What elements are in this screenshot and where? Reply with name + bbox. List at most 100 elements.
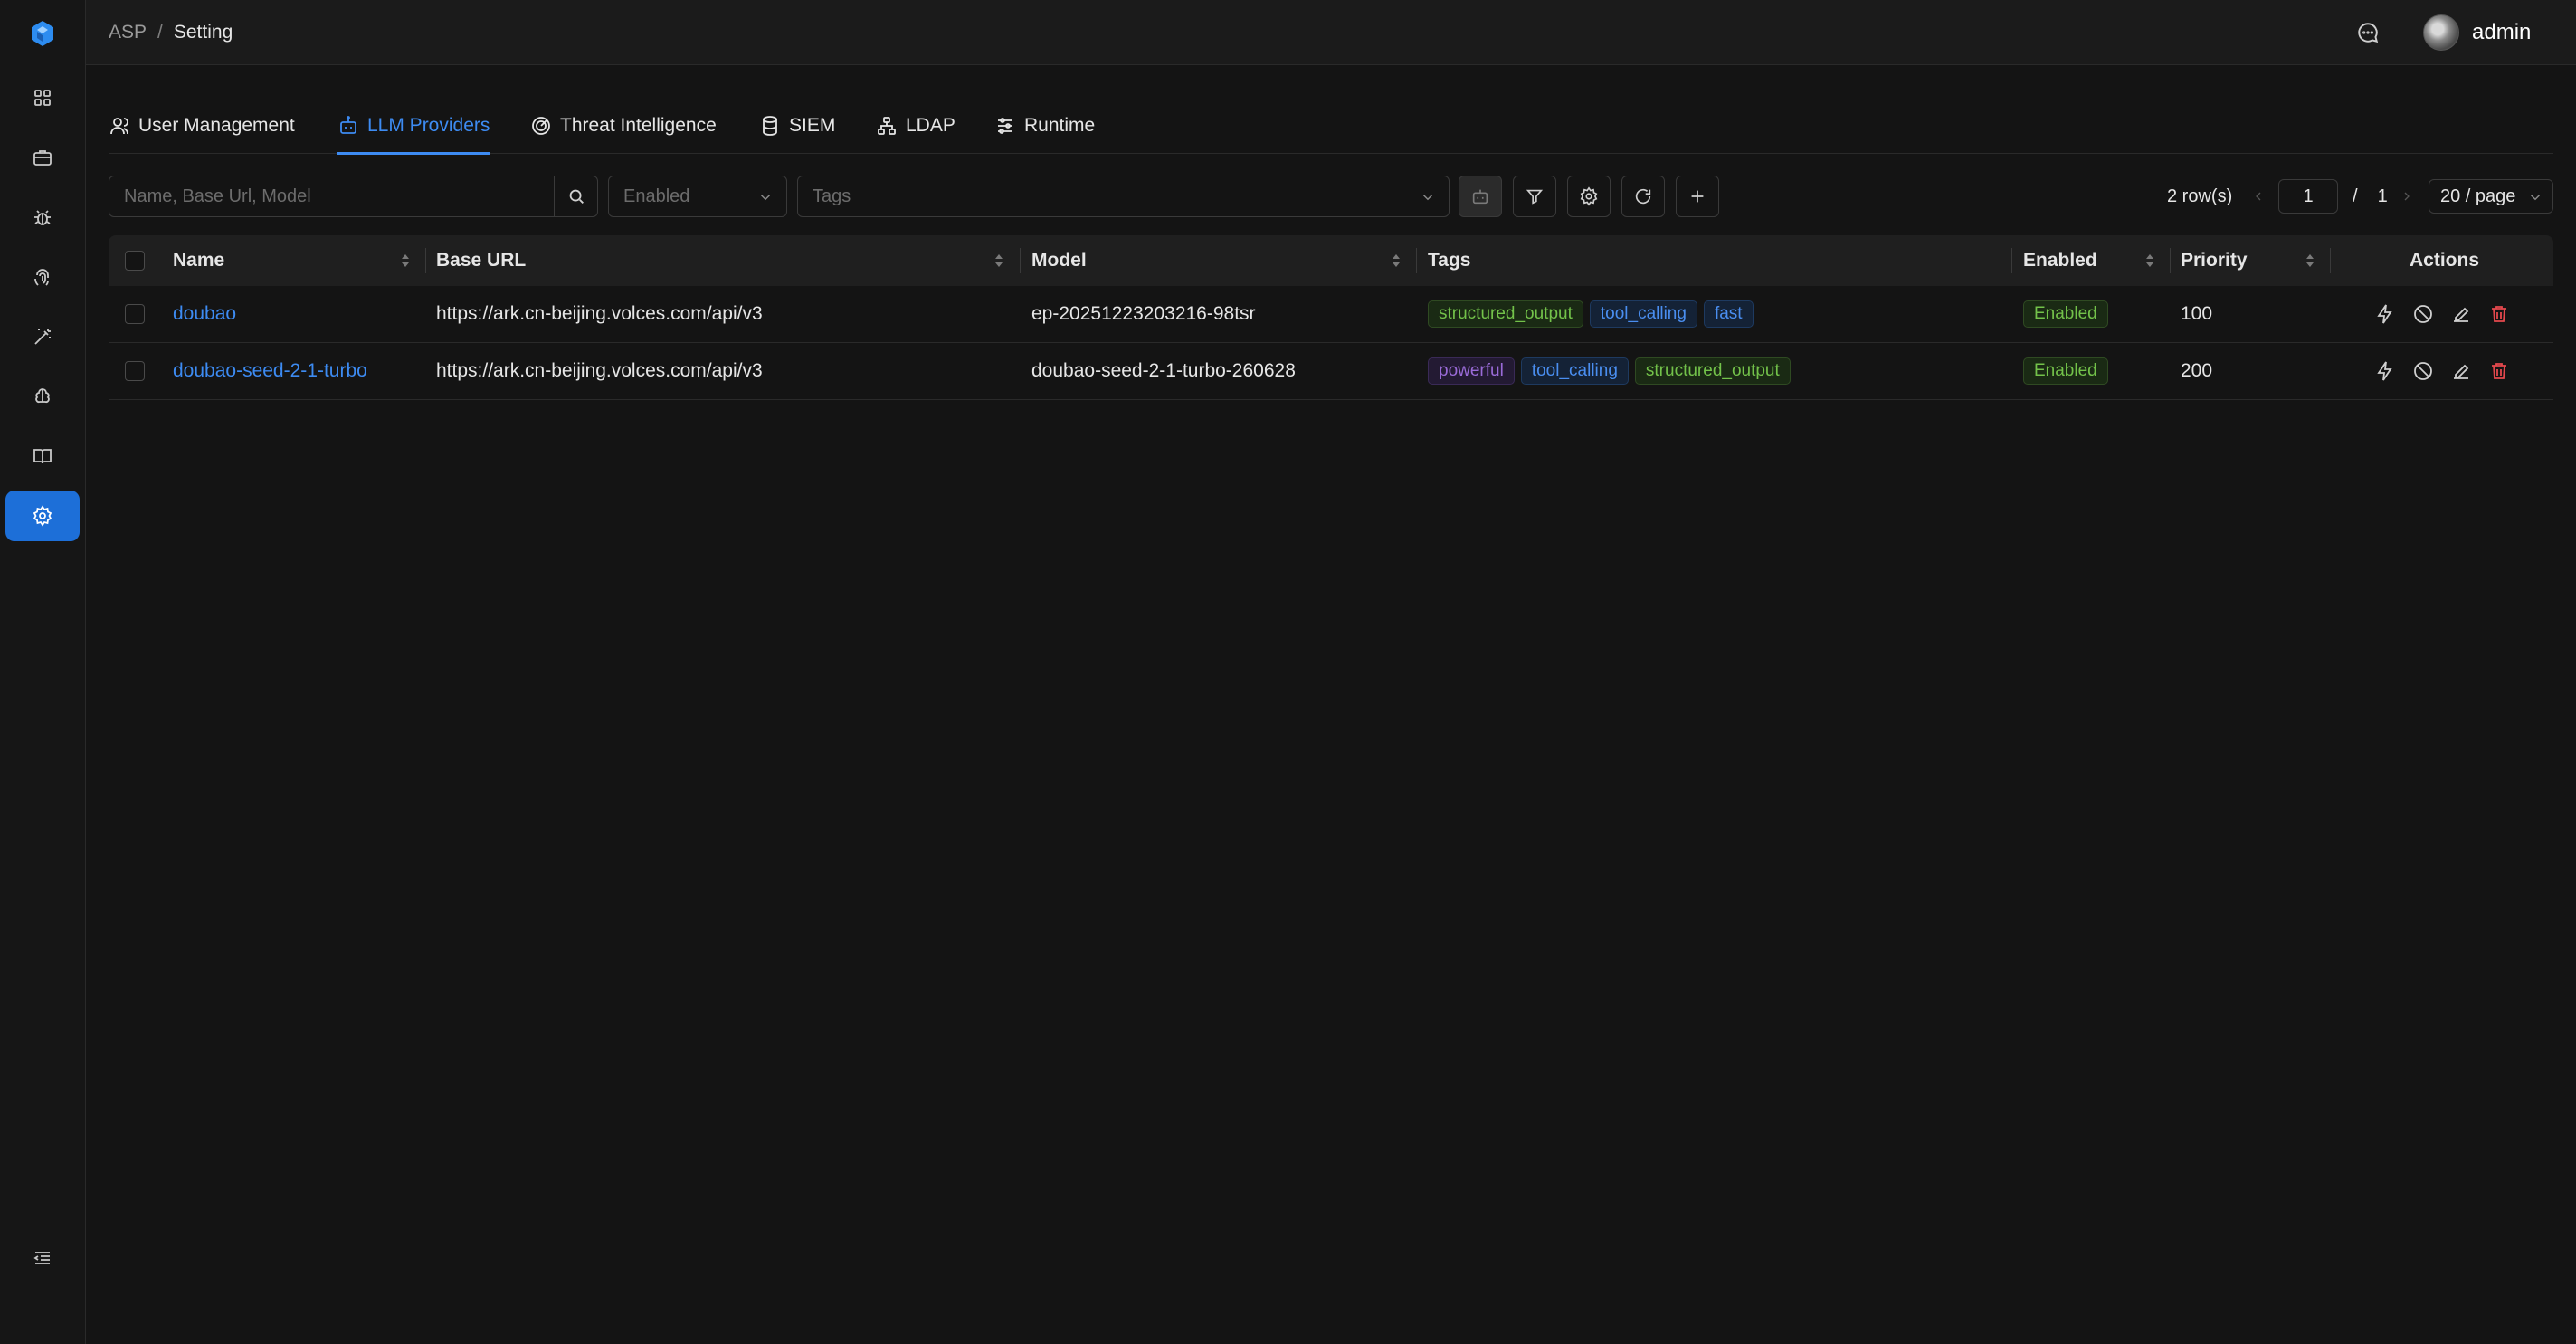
edit-button[interactable]	[2449, 359, 2473, 383]
disable-button[interactable]	[2411, 302, 2435, 326]
dashboard-icon	[34, 90, 51, 106]
batch-delete-button[interactable]	[1459, 176, 1502, 217]
status-badge: Enabled	[2023, 357, 2108, 385]
tab-siem[interactable]: SIEM	[759, 98, 835, 154]
trash-icon	[2492, 363, 2506, 379]
disable-button[interactable]	[2411, 359, 2435, 383]
fingerprint-icon	[34, 269, 49, 286]
column-divider	[1020, 248, 1021, 273]
table-row: doubao-seed-2-1-turbo https://ark.cn-bei…	[109, 343, 2553, 400]
sidebar-item-cases[interactable]	[5, 132, 80, 183]
col-enabled[interactable]: Enabled	[2023, 235, 2097, 286]
refresh-button[interactable]	[1621, 176, 1665, 217]
col-name[interactable]: Name	[173, 235, 224, 286]
next-page-button[interactable]	[2398, 176, 2416, 217]
chevron-down-icon	[2530, 195, 2541, 201]
col-actions: Actions	[2410, 235, 2479, 286]
priority-value: 100	[2181, 303, 2213, 324]
page-current: 1	[2303, 186, 2314, 206]
prev-page-button[interactable]	[2249, 176, 2267, 217]
col-enabled-label: Enabled	[2023, 250, 2097, 271]
sidebar-item-dashboard[interactable]	[5, 72, 80, 123]
tags-select[interactable]: Tags	[797, 176, 1450, 217]
col-actions-label: Actions	[2410, 250, 2480, 271]
tab-user-management[interactable]: User Management	[109, 98, 295, 154]
tab-label: LDAP	[906, 115, 955, 136]
chat-bubble-icon	[2358, 23, 2379, 43]
col-model-label: Model	[1031, 250, 1087, 271]
col-priority-label: Priority	[2181, 250, 2248, 271]
magic-wand-icon	[34, 329, 51, 345]
table-row: doubao https://ark.cn-beijing.volces.com…	[109, 286, 2553, 343]
column-settings-button[interactable]	[1567, 176, 1611, 217]
test-connection-button[interactable]	[2373, 359, 2397, 383]
tag: tool_calling	[1589, 300, 1697, 328]
model-cell: ep-20251223203216-98tsr	[1031, 286, 1256, 342]
ban-icon	[2414, 305, 2432, 323]
sidebar-item-knowledge[interactable]	[5, 431, 80, 481]
sort-icon[interactable]	[1391, 252, 1402, 270]
sort-icon[interactable]	[2305, 252, 2315, 270]
sidebar-item-settings[interactable]	[5, 491, 80, 541]
page-size-value: 20 / page	[2440, 186, 2516, 206]
network-icon	[878, 117, 896, 135]
select-all-cell	[125, 235, 145, 286]
select-all-checkbox[interactable]	[125, 251, 145, 271]
tab-llm-providers[interactable]: LLM Providers	[337, 98, 490, 155]
provider-name-link[interactable]: doubao	[173, 303, 236, 325]
app-logo-icon[interactable]	[25, 16, 60, 51]
page-size-select[interactable]: 20 / page	[2429, 179, 2553, 214]
sidebar-item-forensics[interactable]	[5, 252, 80, 302]
sidebar-item-alerts[interactable]	[5, 192, 80, 243]
radar-icon	[532, 117, 550, 135]
top-header: ASP / Setting admin	[86, 0, 2576, 65]
column-divider	[2011, 248, 2012, 273]
sidebar-collapse-button[interactable]	[5, 1233, 80, 1283]
page-separator: /	[2353, 186, 2358, 206]
search-input[interactable]	[124, 186, 554, 207]
delete-button[interactable]	[2487, 302, 2511, 326]
database-icon	[763, 116, 777, 136]
col-priority[interactable]: Priority	[2181, 235, 2248, 286]
add-provider-button[interactable]	[1676, 176, 1719, 217]
user-menu[interactable]: admin	[2423, 14, 2531, 51]
brain-icon	[35, 388, 50, 404]
sort-icon[interactable]	[400, 252, 411, 270]
sidebar-item-ai[interactable]	[5, 371, 80, 422]
row-checkbox[interactable]	[125, 304, 145, 324]
chevron-down-icon	[760, 195, 771, 201]
model-value: doubao-seed-2-1-turbo-260628	[1031, 360, 1296, 381]
breadcrumb: ASP / Setting	[109, 0, 233, 65]
page-input[interactable]: 1	[2278, 179, 2338, 214]
sort-icon[interactable]	[2144, 252, 2155, 270]
edit-button[interactable]	[2449, 302, 2473, 326]
chat-button[interactable]	[2354, 19, 2381, 46]
row-checkbox[interactable]	[125, 361, 145, 381]
col-model[interactable]: Model	[1031, 235, 1087, 286]
robot-icon	[340, 116, 356, 134]
enabled-select[interactable]: Enabled	[608, 176, 787, 217]
tab-label: Runtime	[1024, 115, 1096, 136]
base-url-value: https://ark.cn-beijing.volces.com/api/v3	[436, 303, 763, 324]
collapse-menu-icon	[33, 1252, 50, 1264]
sort-icon[interactable]	[993, 252, 1004, 270]
col-base-url[interactable]: Base URL	[436, 235, 526, 286]
delete-button[interactable]	[2487, 359, 2511, 383]
breadcrumb-root[interactable]: ASP	[109, 22, 147, 43]
model-cell: doubao-seed-2-1-turbo-260628	[1031, 343, 1296, 399]
col-tags-label: Tags	[1428, 250, 1471, 271]
tab-threat-intelligence[interactable]: Threat Intelligence	[530, 98, 717, 154]
col-name-label: Name	[173, 250, 225, 271]
filter-button[interactable]	[1513, 176, 1556, 217]
gear-icon	[1580, 186, 1598, 206]
row-count: 2 row(s)	[2167, 186, 2233, 206]
test-connection-button[interactable]	[2373, 302, 2397, 326]
provider-name-link[interactable]: doubao-seed-2-1-turbo	[173, 360, 367, 382]
sliders-icon	[998, 118, 1012, 134]
tab-runtime[interactable]: Runtime	[994, 98, 1095, 154]
sidebar-item-automation[interactable]	[5, 311, 80, 362]
enabled-select-placeholder: Enabled	[623, 186, 690, 206]
tab-ldap[interactable]: LDAP	[876, 98, 955, 154]
table-header: Name Base URL Model Tags Enabled Priorit…	[109, 235, 2553, 286]
search-button[interactable]	[555, 176, 598, 217]
